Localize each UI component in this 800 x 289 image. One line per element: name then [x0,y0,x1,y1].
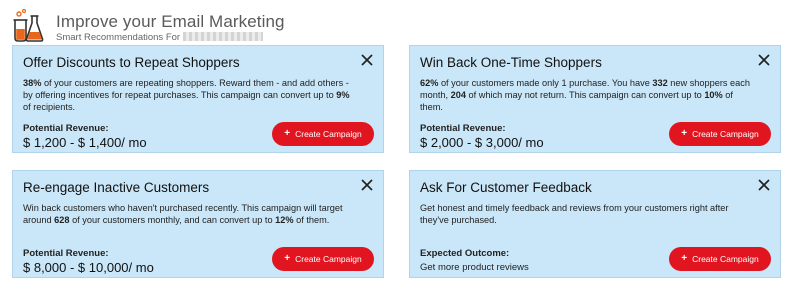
card-description-segment: 38% [23,78,42,88]
create-campaign-label: Create Campaign [692,254,759,264]
metric-label: Expected Outcome: [420,248,510,259]
card-title: Offer Discounts to Repeat Shoppers [23,55,240,70]
card-description-segment: 62% [420,78,439,88]
card-description-segment: of your customers are repeating shoppers… [23,78,349,100]
create-campaign-button[interactable]: + Create Campaign [669,122,771,146]
metric-value: Get more product reviews [420,262,529,273]
create-campaign-label: Create Campaign [692,129,759,139]
card-description: Win back customers who haven't purchased… [23,202,353,226]
close-icon[interactable] [756,52,772,68]
create-campaign-button[interactable]: + Create Campaign [272,247,374,271]
redacted-store-name [183,32,264,41]
card-title: Win Back One-Time Shoppers [420,55,602,70]
metric-label: Potential Revenue: [23,123,109,134]
card-title: Ask For Customer Feedback [420,180,592,195]
page-subtitle: Smart Recommendations For [56,32,264,43]
card-title: Re-engage Inactive Customers [23,180,210,195]
metric-value: $ 1,200 - $ 1,400/ mo [23,135,147,150]
close-icon[interactable] [359,177,375,193]
card-offer-discounts: Offer Discounts to Repeat Shoppers 38% of… [12,45,384,153]
metric-value: $ 8,000 - $ 10,000/ mo [23,260,154,275]
card-description-segment: of your customers monthly, and can conve… [69,215,276,225]
card-description-segment: 628 [54,215,70,225]
lab-flask-icon [13,8,44,42]
card-description: 62% of your customers made only 1 purcha… [420,77,750,113]
card-description-segment: 9% [336,90,350,100]
create-campaign-label: Create Campaign [295,129,362,139]
create-campaign-button[interactable]: + Create Campaign [272,122,374,146]
metric-label: Potential Revenue: [420,123,506,134]
card-description-segment: of which may not return. This campaign c… [465,90,705,100]
card-description-segment: of recipients. [23,102,76,112]
card-description: 38% of your customers are repeating shop… [23,77,353,113]
card-description-segment: Get honest and timely feedback and revie… [420,203,729,225]
metric-label: Potential Revenue: [23,248,109,259]
card-description-segment: of your customers made only 1 purchase. … [438,78,653,88]
card-win-back: Win Back One-Time Shoppers 62% of your cu… [409,45,781,153]
plus-icon: + [681,253,688,264]
plus-icon: + [284,128,291,139]
card-description-segment: 12% [275,215,294,225]
page-title: Improve your Email Marketing [56,12,285,31]
card-description-segment: 204 [450,90,466,100]
card-description-segment: 10% [704,90,723,100]
close-icon[interactable] [756,177,772,193]
card-description-segment: of them. [293,215,330,225]
create-campaign-label: Create Campaign [295,254,362,264]
metric-value: $ 2,000 - $ 3,000/ mo [420,135,544,150]
card-description: Get honest and timely feedback and revie… [420,202,750,226]
plus-icon: + [284,253,291,264]
card-description-segment: 332 [652,78,668,88]
page-header: Improve your Email Marketing Smart Recom… [10,8,790,43]
plus-icon: + [681,128,688,139]
close-icon[interactable] [359,52,375,68]
card-customer-feedback: Ask For Customer Feedback Get honest and … [409,170,781,278]
card-reengage-inactive: Re-engage Inactive Customers Win back cus… [12,170,384,278]
create-campaign-button[interactable]: + Create Campaign [669,247,771,271]
